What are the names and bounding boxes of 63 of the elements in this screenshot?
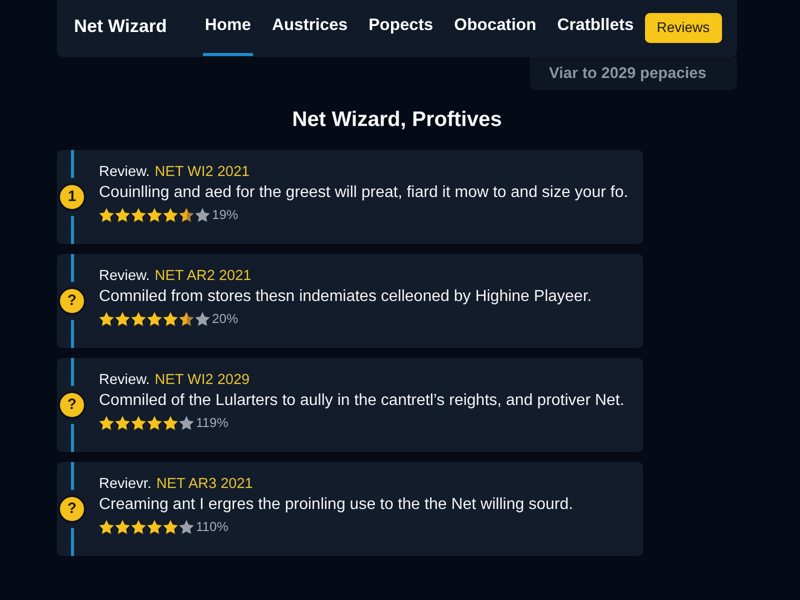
review-text: Comniled of the Lularters to aully in the cantretl’s reights, and protiver Net. <box>99 391 624 411</box>
review-text: Creaming ant I ergres the proinling use to the the Net willing sourd. <box>99 495 574 515</box>
star-icon <box>147 520 162 534</box>
rating-percent: 119% <box>196 415 228 430</box>
star-icon <box>131 312 146 326</box>
star-icon <box>163 208 178 222</box>
review-label: Review. <box>99 164 150 180</box>
review-label: Review. <box>99 372 150 388</box>
nav-tab[interactable]: Obocation <box>452 0 538 56</box>
review-text: Comniled from stores thesn indemiates celleoned by Highine Playeer. <box>99 287 592 307</box>
rating-percent: 20% <box>212 311 238 326</box>
step-badge: ? <box>58 495 86 523</box>
brand-name: Net Wizard <box>74 16 167 37</box>
star-icon <box>115 416 130 430</box>
review-code: NET WI2 2021 <box>154 164 250 180</box>
timeline-segment <box>70 216 74 244</box>
review-code: NET AR2 2021 <box>154 268 252 284</box>
star-icon <box>179 520 194 534</box>
step-badge: 1 <box>58 183 86 211</box>
timeline-segment <box>70 462 74 490</box>
timeline-segment <box>70 424 74 452</box>
star-icon <box>163 520 178 534</box>
rating-percent: 19% <box>212 207 238 222</box>
nav-tab[interactable]: Home <box>202 0 253 56</box>
star-icon <box>131 520 146 534</box>
timeline-segment <box>70 358 74 386</box>
star-icon <box>163 416 178 430</box>
star-icon <box>179 416 194 430</box>
timeline-segment <box>70 254 74 282</box>
half-star-icon <box>179 312 194 326</box>
review-text: Couinlling and aed for the greest will preat, fiard it mow to and size your fo. <box>99 183 628 203</box>
star-icon <box>195 312 210 326</box>
star-icon <box>163 312 178 326</box>
star-icon <box>99 312 114 326</box>
star-icon <box>99 416 114 430</box>
timeline-segment <box>70 320 74 348</box>
review-label: Revievr. <box>99 476 152 492</box>
timeline-segment <box>70 528 74 556</box>
star-icon <box>115 312 130 326</box>
star-icon <box>147 208 162 222</box>
review-code: NET AR3 2021 <box>156 476 253 492</box>
review-label: Review. <box>99 268 150 284</box>
star-icon <box>195 208 210 222</box>
nav-tab[interactable]: Cratbllets <box>555 0 636 56</box>
star-icon <box>147 312 162 326</box>
rating-percent: 110% <box>196 519 228 534</box>
star-icon <box>99 208 114 222</box>
star-icon <box>99 520 114 534</box>
reviews-button[interactable]: Reviews <box>644 13 722 43</box>
nav-tab[interactable]: Popects <box>366 0 436 56</box>
review-code: NET WI2 2029 <box>154 372 250 388</box>
star-icon <box>115 208 130 222</box>
star-icon <box>115 520 130 534</box>
nav-tab[interactable]: Austrices <box>270 0 350 56</box>
timeline-segment <box>70 150 74 178</box>
star-icon <box>147 416 162 430</box>
star-icon <box>131 208 146 222</box>
step-badge: ? <box>58 287 86 315</box>
dropdown-item[interactable]: Viar to 2029 pepacies <box>530 64 706 82</box>
step-badge: ? <box>58 391 86 419</box>
page-heading: Net Wizard, Proftives <box>291 107 503 133</box>
half-star-icon <box>179 208 194 222</box>
star-icon <box>131 416 146 430</box>
